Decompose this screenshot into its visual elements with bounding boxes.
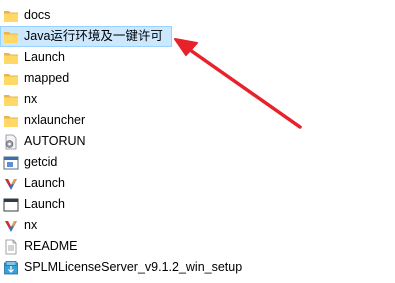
file-name: Launch	[24, 197, 66, 211]
installer-icon	[3, 260, 19, 276]
file-row-autorun[interactable]: AUTORUN	[0, 131, 395, 152]
nx-app-icon	[3, 176, 19, 192]
folder-icon	[3, 50, 19, 66]
file-name: nx	[24, 218, 38, 232]
file-row-launch-folder[interactable]: Launch	[0, 47, 395, 68]
folder-icon	[3, 8, 19, 24]
file-name: nxlauncher	[24, 113, 86, 127]
file-name: mapped	[24, 71, 70, 85]
window-app-icon	[3, 197, 19, 213]
folder-icon	[3, 92, 19, 108]
folder-icon	[3, 113, 19, 129]
file-name: Launch	[24, 50, 66, 64]
file-name: AUTORUN	[24, 134, 86, 148]
file-row-nx-folder[interactable]: nx	[0, 89, 395, 110]
file-row-java-runtime[interactable]: Java运行环境及一键许可	[0, 26, 395, 47]
file-row-nx-app[interactable]: nx	[0, 215, 395, 236]
file-row-nxlauncher[interactable]: nxlauncher	[0, 110, 395, 131]
file-name: SPLMLicenseServer_v9.1.2_win_setup	[24, 260, 243, 274]
file-name: README	[24, 239, 78, 253]
folder-icon	[3, 29, 19, 45]
file-name: nx	[24, 92, 38, 106]
file-name: Java运行环境及一键许可	[24, 29, 163, 43]
autorun-settings-icon	[3, 134, 19, 150]
file-row-launch-window[interactable]: Launch	[0, 194, 395, 215]
file-row-getcid[interactable]: getcid	[0, 152, 395, 173]
file-list: docs Java运行环境及一键许可 Launch mapped nx nxla…	[0, 5, 395, 278]
nx-app-icon	[3, 218, 19, 234]
file-row-docs[interactable]: docs	[0, 5, 395, 26]
file-name: getcid	[24, 155, 58, 169]
file-row-launch-app[interactable]: Launch	[0, 173, 395, 194]
file-row-readme[interactable]: README	[0, 236, 395, 257]
file-row-splm-installer[interactable]: SPLMLicenseServer_v9.1.2_win_setup	[0, 257, 395, 278]
file-name: Launch	[24, 176, 66, 190]
file-row-mapped[interactable]: mapped	[0, 68, 395, 89]
application-icon	[3, 155, 19, 171]
text-document-icon	[3, 239, 19, 255]
folder-icon	[3, 71, 19, 87]
file-name: docs	[24, 8, 51, 22]
